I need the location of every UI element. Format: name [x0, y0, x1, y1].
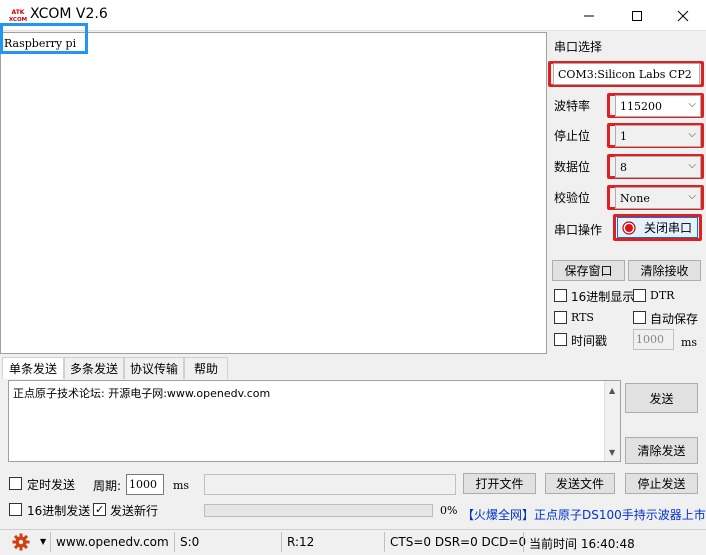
send-newline-checkbox[interactable] — [93, 503, 106, 516]
status-current-time: 当前时间 16:40:48 — [529, 537, 635, 551]
tab-multi-send[interactable]: 多条发送 — [64, 357, 124, 379]
ad-link[interactable]: 【火爆全网】正点原子DS100手持示波器上市 — [462, 506, 706, 523]
timestamp-unit: ms — [681, 336, 698, 349]
scroll-up-icon[interactable]: ▲ — [609, 386, 615, 395]
send-progress-bar — [204, 504, 433, 517]
receive-textarea[interactable]: Raspberry pi — [0, 32, 547, 354]
period-label: 周期: — [93, 479, 122, 493]
close-window-button[interactable] — [660, 0, 706, 31]
parity-value: None — [620, 191, 650, 205]
rts-checkbox[interactable] — [554, 311, 567, 324]
maximize-button[interactable] — [614, 0, 660, 31]
chevron-down-icon: ⌵ — [688, 191, 696, 202]
svg-text:ATK: ATK — [12, 9, 25, 16]
port-select[interactable]: COM3:Silicon Labs CP2 — [553, 63, 700, 85]
stop-bits-select[interactable]: 1 ⌵ — [615, 125, 701, 147]
parity-select[interactable]: None ⌵ — [615, 187, 701, 209]
parity-label: 校验位 — [554, 191, 591, 205]
stop-value: 1 — [620, 129, 627, 143]
send-button[interactable]: 发送 — [625, 383, 698, 413]
maximize-icon — [632, 10, 642, 21]
chevron-down-icon: ⌵ — [688, 129, 696, 140]
hex-display-label: 16进制显示 — [571, 290, 635, 304]
rts-label: RTS — [571, 311, 594, 324]
minimize-button[interactable] — [566, 0, 612, 31]
clear-send-button[interactable]: 清除发送 — [625, 437, 698, 464]
data-bits-label: 数据位 — [554, 160, 591, 174]
scroll-down-icon[interactable]: ▼ — [609, 448, 615, 457]
close-port-label: 关闭串口 — [644, 221, 693, 235]
progress-percent: 0% — [440, 504, 458, 517]
timed-send-label: 定时发送 — [27, 478, 76, 492]
stop-send-button[interactable]: 停止发送 — [625, 473, 698, 494]
window-title: XCOM V2.6 — [30, 6, 108, 22]
send-file-button[interactable]: 发送文件 — [545, 473, 615, 494]
minimize-icon — [584, 15, 594, 16]
data-bits-select[interactable]: 8 ⌵ — [615, 156, 701, 178]
port-op-label: 串口操作 — [554, 223, 603, 237]
send-text: 正点原子技术论坛: 开源电子网:www.openedv.com — [13, 387, 271, 400]
file-path-input[interactable] — [204, 474, 456, 495]
chevron-down-icon: ⌵ — [688, 99, 696, 110]
hex-send-checkbox[interactable] — [9, 503, 22, 516]
chevron-down-icon: ⌵ — [688, 160, 696, 171]
highlight-receive-box — [0, 23, 88, 54]
send-textarea[interactable]: 正点原子技术论坛: 开源电子网:www.openedv.com — [8, 380, 621, 462]
svg-text:XCOM: XCOM — [9, 17, 27, 22]
tab-single-send[interactable]: 单条发送 — [2, 357, 64, 379]
port-select-label: 串口选择 — [554, 40, 603, 54]
timestamp-label: 时间戳 — [571, 334, 608, 348]
dtr-label: DTR — [650, 289, 675, 302]
send-scrollbar[interactable]: ▲ ▼ — [604, 381, 620, 461]
close-port-button[interactable]: 关闭串口 — [617, 217, 698, 238]
send-newline-label: 发送新行 — [110, 504, 159, 518]
tab-help[interactable]: 帮助 — [184, 357, 228, 379]
hex-send-label: 16进制发送 — [27, 504, 91, 518]
tab-protocol[interactable]: 协议传输 — [124, 357, 184, 379]
record-icon — [622, 220, 636, 235]
timed-send-checkbox[interactable] — [9, 477, 22, 490]
save-window-button[interactable]: 保存窗口 — [552, 260, 625, 281]
timestamp-checkbox[interactable] — [554, 333, 567, 346]
clear-receive-button[interactable]: 清除接收 — [628, 260, 701, 281]
status-sent-count: S:0 — [180, 535, 200, 549]
baud-value: 115200 — [620, 99, 662, 113]
auto-save-label: 自动保存 — [650, 312, 699, 326]
auto-save-checkbox[interactable] — [633, 311, 646, 324]
status-line-signals: CTS=0 DSR=0 DCD=0 — [390, 535, 527, 549]
period-unit: ms — [173, 479, 190, 492]
stop-bits-label: 停止位 — [554, 129, 591, 143]
settings-gear-icon[interactable] — [12, 533, 30, 554]
data-value: 8 — [620, 160, 627, 174]
status-url[interactable]: www.openedv.com — [56, 535, 169, 549]
app-logo-icon: ATK XCOM — [9, 8, 27, 23]
dtr-checkbox[interactable] — [633, 289, 646, 302]
status-received-count: R:12 — [287, 535, 315, 549]
baud-select[interactable]: 115200 ⌵ — [615, 95, 701, 117]
period-input[interactable]: 1000 — [126, 474, 164, 495]
timestamp-input[interactable]: 1000 — [633, 329, 674, 350]
close-icon — [677, 10, 689, 21]
baud-label: 波特率 — [554, 99, 591, 113]
port-value: COM3:Silicon Labs CP2 — [558, 67, 692, 81]
gear-menu-arrow-icon[interactable]: ▼ — [40, 537, 46, 546]
open-file-button[interactable]: 打开文件 — [463, 473, 536, 494]
hex-display-checkbox[interactable] — [554, 289, 567, 302]
